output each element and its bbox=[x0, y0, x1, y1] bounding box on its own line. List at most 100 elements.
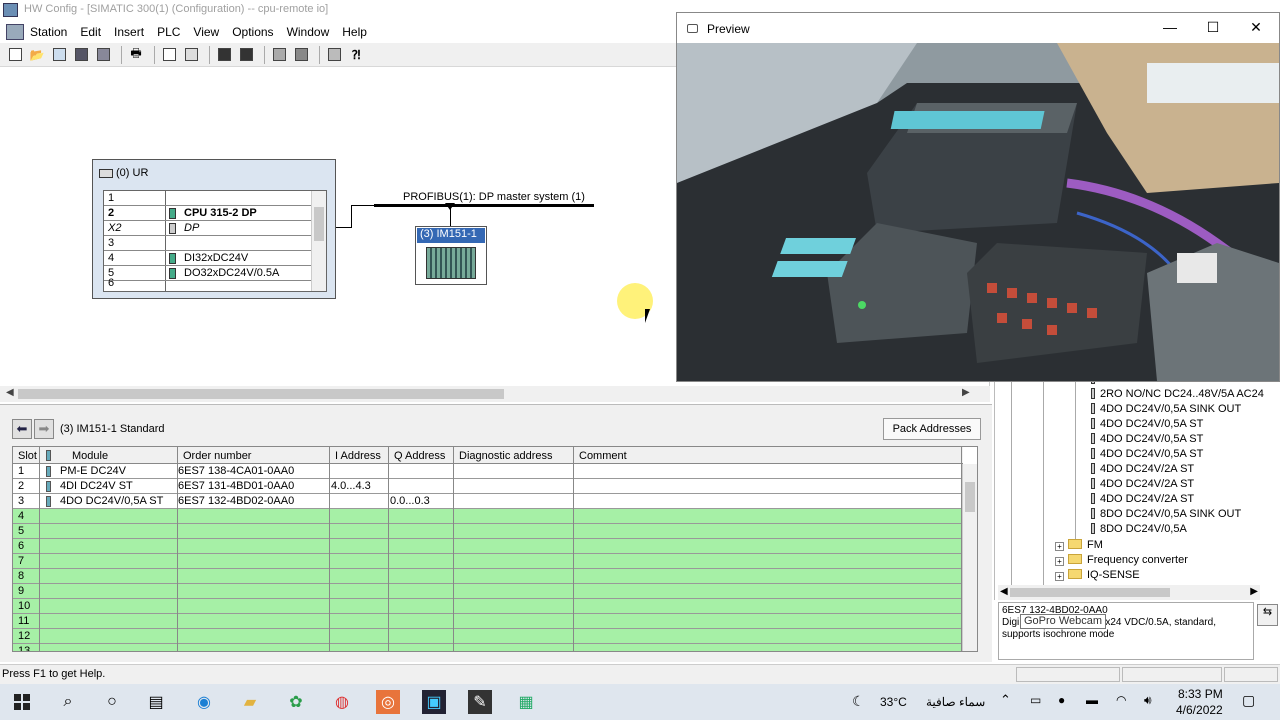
document-icon[interactable] bbox=[6, 24, 24, 40]
mouse-cursor-icon bbox=[645, 309, 650, 323]
toolbar: 📂 🖶 ⁈ bbox=[0, 43, 680, 67]
table-row[interactable]: 3 4DO DC24V/0,5A ST 6ES7 132-4BD02-0AA0 0.0… bbox=[13, 494, 963, 509]
profibus-line[interactable] bbox=[374, 204, 594, 207]
clock-date[interactable]: 4/6/2022 bbox=[1176, 703, 1223, 717]
simatic-manager-icon[interactable]: ✎ bbox=[468, 690, 492, 714]
rack-row[interactable]: 4 DI32xDC24V bbox=[104, 251, 311, 266]
menu-station[interactable]: Station bbox=[28, 24, 69, 40]
save-icon[interactable] bbox=[72, 46, 90, 64]
close-icon[interactable]: ✕ bbox=[1246, 19, 1266, 37]
paste-icon[interactable] bbox=[182, 46, 200, 64]
wifi-icon[interactable]: ◠ bbox=[1116, 693, 1126, 707]
app-icon-orange[interactable]: ◎ bbox=[376, 690, 400, 714]
catalog-folder-frequency-converter[interactable]: + Frequency converter bbox=[1055, 554, 1188, 566]
copy-icon[interactable] bbox=[160, 46, 178, 64]
detail-title: (3) IM151-1 Standard bbox=[60, 423, 165, 435]
rack-row[interactable]: 6 bbox=[104, 277, 311, 291]
menu-help[interactable]: Help bbox=[340, 24, 369, 40]
catalog-toggle-button[interactable]: ⇆ bbox=[1257, 604, 1278, 626]
catalog-item[interactable]: 4DO DC24V/0,5A ST bbox=[1091, 433, 1203, 445]
hw-config-taskbar-icon[interactable]: ▦ bbox=[514, 690, 538, 714]
meet-now-icon[interactable]: ▭ bbox=[1030, 693, 1041, 707]
catalog-hscrollbar[interactable]: ◀ ▶ bbox=[998, 585, 1260, 600]
back-arrow-icon[interactable]: ⬅ bbox=[12, 419, 32, 439]
rack-row[interactable]: 3 bbox=[104, 236, 311, 251]
menu-plc[interactable]: PLC bbox=[155, 24, 182, 40]
search-icon[interactable]: ⌕ bbox=[56, 690, 80, 714]
catalog-item[interactable]: 4DO DC24V/0,5A ST bbox=[1091, 418, 1203, 430]
battery-icon[interactable]: ▬ bbox=[1086, 693, 1098, 707]
catalog-item[interactable]: 4DO DC24V/0,5A ST bbox=[1091, 448, 1203, 460]
table-row[interactable]: 7 bbox=[13, 554, 963, 569]
open-icon[interactable]: 📂 bbox=[28, 46, 46, 64]
minimize-icon[interactable]: — bbox=[1160, 19, 1180, 37]
rack-row[interactable]: 5 DO32xDC24V/0.5A bbox=[104, 266, 311, 281]
rack-row[interactable]: X2 DP bbox=[104, 221, 311, 236]
table-row[interactable]: 5 bbox=[13, 524, 963, 539]
context-help-icon[interactable]: ⁈ bbox=[347, 46, 365, 64]
menu-window[interactable]: Window bbox=[285, 24, 332, 40]
chevron-up-icon[interactable]: ⌃ bbox=[1000, 692, 1011, 708]
rack-row[interactable]: 2 CPU 315-2 DP bbox=[104, 206, 311, 221]
microphone-icon[interactable]: ● bbox=[1058, 693, 1065, 707]
cell-order: 6ES7 138-4CA01-0AA0 bbox=[178, 465, 295, 477]
table-row[interactable]: 9 bbox=[13, 584, 963, 599]
catalog-icon[interactable] bbox=[270, 46, 288, 64]
new-icon[interactable] bbox=[6, 46, 24, 64]
preview-window[interactable]: Preview — ☐ ✕ bbox=[676, 12, 1280, 382]
menu-view[interactable]: View bbox=[191, 24, 221, 40]
clock-time[interactable]: 8:33 PM bbox=[1178, 687, 1223, 701]
table-row[interactable]: 1 PM-E DC24V 6ES7 138-4CA01-0AA0 bbox=[13, 464, 963, 479]
rack[interactable]: (0) UR 1 2 CPU 315-2 DP X2 DP 3 4 DI32xDC24… bbox=[92, 159, 336, 299]
module-icon bbox=[169, 208, 176, 219]
menu-options[interactable]: Options bbox=[230, 24, 275, 40]
table-row[interactable]: 2 4DI DC24V ST 6ES7 131-4BD01-0AA0 4.0...4.… bbox=[13, 479, 963, 494]
xbox-icon[interactable]: ✿ bbox=[284, 690, 308, 714]
windows-start-icon[interactable] bbox=[10, 690, 34, 714]
network-icon[interactable] bbox=[50, 46, 68, 64]
rack-scrollbar[interactable] bbox=[311, 191, 326, 291]
catalog-folder-fm[interactable]: + FM bbox=[1055, 539, 1103, 551]
nav-buttons: ⬅ ➡ bbox=[12, 419, 54, 439]
dp-slave-device[interactable]: (3) IM151-1 bbox=[415, 226, 487, 285]
catalog-item[interactable]: 4DO DC24V/2A ST bbox=[1091, 493, 1194, 505]
gopro-webcam-icon[interactable]: ▣ bbox=[422, 690, 446, 714]
chrome-icon[interactable]: ◍ bbox=[330, 690, 354, 714]
task-view-icon[interactable]: ▤ bbox=[144, 690, 168, 714]
table-scrollbar[interactable] bbox=[962, 464, 977, 651]
notification-icon[interactable]: ▢ bbox=[1242, 692, 1255, 709]
cortana-icon[interactable]: ○ bbox=[100, 690, 124, 714]
table-row[interactable]: 8 bbox=[13, 569, 963, 584]
catalog-item[interactable]: 8DO DC24V/0,5A SINK OUT bbox=[1091, 508, 1241, 520]
cell-slot: 3 bbox=[18, 495, 25, 507]
edge-icon[interactable]: ◉ bbox=[192, 690, 216, 714]
cell-order: 6ES7 132-4BD02-0AA0 bbox=[178, 495, 295, 507]
pack-addresses-button[interactable]: Pack Addresses bbox=[883, 418, 981, 440]
table-row[interactable]: 4 bbox=[13, 509, 963, 524]
menu-insert[interactable]: Insert bbox=[112, 24, 146, 40]
table-row[interactable]: 11 bbox=[13, 614, 963, 629]
catalog-item[interactable]: 8DO DC24V/0,5A bbox=[1091, 523, 1187, 535]
catalog-item[interactable]: 4DO DC24V/0,5A SINK OUT bbox=[1091, 403, 1241, 415]
table-row[interactable]: 13 bbox=[13, 644, 963, 651]
upload-icon[interactable] bbox=[237, 46, 255, 64]
table-row[interactable]: 10 bbox=[13, 599, 963, 614]
forward-arrow-icon[interactable]: ➡ bbox=[34, 419, 54, 439]
table-row[interactable]: 12 bbox=[13, 629, 963, 644]
network-config-icon[interactable] bbox=[325, 46, 343, 64]
station-hscrollbar[interactable]: ◀ ▶ bbox=[0, 386, 990, 402]
download-icon[interactable] bbox=[215, 46, 233, 64]
print-icon[interactable]: 🖶 bbox=[127, 46, 145, 64]
volume-icon[interactable]: 🔊︎ bbox=[1144, 693, 1152, 708]
catalog-item[interactable]: 4DO DC24V/2A ST bbox=[1091, 478, 1194, 490]
save-compile-icon[interactable] bbox=[94, 46, 112, 64]
maximize-icon[interactable]: ☐ bbox=[1203, 19, 1223, 37]
table-row[interactable]: 6 bbox=[13, 539, 963, 554]
rack-row[interactable]: 1 bbox=[104, 191, 311, 206]
file-explorer-icon[interactable]: ▰ bbox=[238, 690, 262, 714]
menu-edit[interactable]: Edit bbox=[78, 24, 103, 40]
catalog-folder-iq-sense[interactable]: + IQ-SENSE bbox=[1055, 569, 1140, 581]
catalog-item[interactable]: 4DO DC24V/2A ST bbox=[1091, 463, 1194, 475]
module-view-icon[interactable] bbox=[292, 46, 310, 64]
catalog-item[interactable]: 2RO NO/NC DC24..48V/5A AC24 bbox=[1091, 388, 1264, 400]
